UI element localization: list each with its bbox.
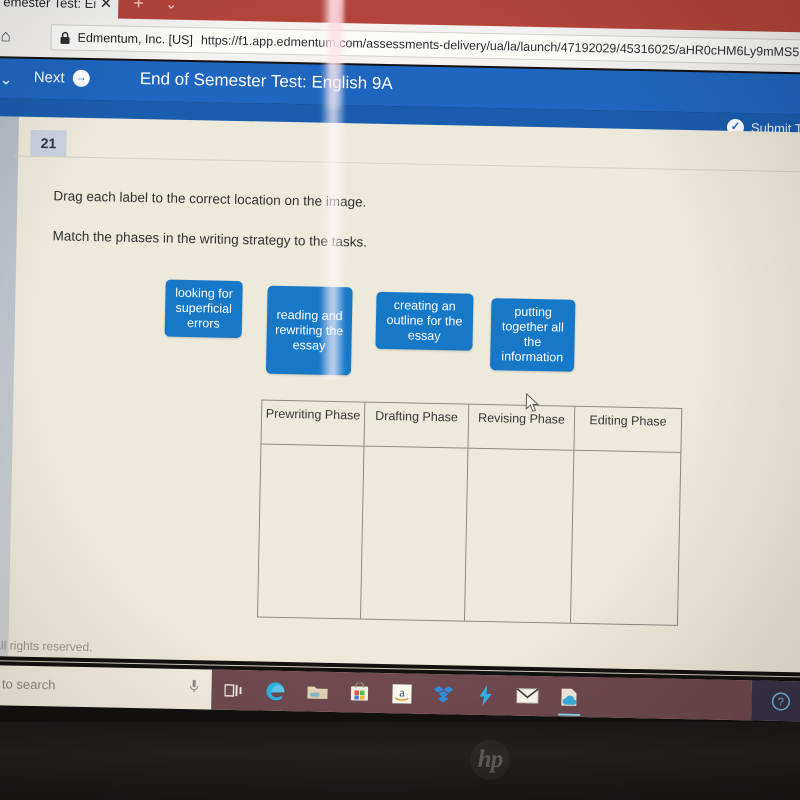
- store-glyph: [350, 682, 369, 701]
- drag-label[interactable]: creating an outline for the essay: [375, 291, 474, 351]
- laptop-bezel: [0, 722, 800, 800]
- new-tab-icon[interactable]: +: [133, 0, 144, 14]
- drag-label[interactable]: looking for superficial errors: [164, 279, 243, 339]
- drag-label[interactable]: putting together all the information: [490, 298, 576, 372]
- home-icon[interactable]: ⌂: [0, 26, 11, 46]
- close-icon[interactable]: ✕: [100, 0, 113, 12]
- search-input[interactable]: ere to search: [0, 676, 56, 693]
- next-button-label: Next: [33, 68, 65, 87]
- drag-label[interactable]: reading and rewriting the essay: [265, 285, 353, 376]
- amazon-icon[interactable]: a: [389, 681, 413, 705]
- help-icon[interactable]: ?: [768, 689, 792, 713]
- dropbox-glyph: [433, 685, 454, 702]
- cloud-document-glyph: [561, 688, 577, 706]
- taskbar-tray: ?: [751, 680, 800, 722]
- copyright-footer: n. All rights reserved.: [0, 638, 93, 655]
- svg-text:?: ?: [777, 696, 783, 708]
- drop-zone-drafting[interactable]: [359, 445, 468, 622]
- mail-icon[interactable]: [515, 684, 539, 708]
- microsoft-store-icon[interactable]: [347, 680, 371, 704]
- question-number-badge: 21: [30, 129, 67, 157]
- taskbar-pinned-icons: a: [211, 669, 752, 721]
- svg-text:a: a: [399, 685, 405, 699]
- amazon-glyph: a: [391, 683, 412, 704]
- microphone-icon[interactable]: [189, 679, 199, 698]
- drop-zone-revising[interactable]: [463, 447, 574, 624]
- microphone-glyph: [190, 679, 199, 693]
- app-menu-chevron-icon[interactable]: ⌄: [0, 70, 13, 88]
- screen-content: emester Test: En ✕ + ⌄ ⌂ Edmentum, Inc. …: [0, 0, 800, 744]
- edge-icon[interactable]: [263, 679, 287, 703]
- envelope-glyph: [516, 688, 539, 704]
- lightning-glyph: [479, 684, 492, 706]
- next-button[interactable]: Next →: [34, 69, 90, 87]
- column-header-drafting: Drafting Phase: [363, 401, 469, 448]
- chevron-down-icon[interactable]: ⌄: [165, 0, 177, 13]
- column-header-prewriting: Prewriting Phase: [260, 399, 365, 446]
- column-header-editing: Editing Phase: [573, 405, 683, 452]
- weather-icon[interactable]: [557, 685, 581, 709]
- screenshot-frame: emester Test: En ✕ + ⌄ ⌂ Edmentum, Inc. …: [0, 0, 800, 800]
- drop-target-table: Prewriting Phase Drafting Phase Revising…: [257, 399, 683, 626]
- column-header-revising: Revising Phase: [467, 403, 575, 450]
- dropbox-icon[interactable]: [431, 682, 455, 706]
- edge-glyph: [266, 681, 285, 700]
- drop-zone-prewriting[interactable]: [257, 443, 364, 620]
- arrow-right-icon: →: [72, 69, 90, 87]
- table-body-row: [257, 443, 682, 626]
- file-explorer-icon[interactable]: [305, 679, 329, 703]
- lock-icon: [60, 31, 70, 44]
- folder-glyph: [307, 685, 328, 699]
- browser-tab-title: emester Test: En: [3, 0, 96, 11]
- lightning-icon[interactable]: [473, 683, 497, 707]
- site-identity: Edmentum, Inc. [US]: [77, 30, 194, 48]
- task-view-glyph: [224, 683, 242, 697]
- hp-logo: hp: [470, 740, 510, 780]
- task-view-icon[interactable]: [221, 678, 245, 702]
- question-circle-glyph: ?: [771, 691, 790, 711]
- drop-zone-editing[interactable]: [569, 449, 682, 626]
